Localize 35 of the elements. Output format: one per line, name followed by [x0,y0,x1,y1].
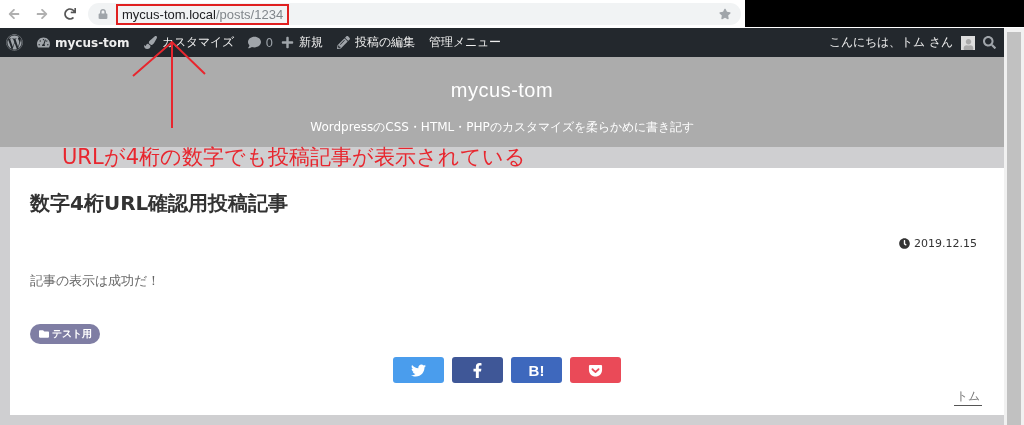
scrollbar[interactable] [1004,28,1024,425]
admin-bar-item[interactable]: 0 [247,35,274,50]
admin-bar-item[interactable]: 新規 [281,34,324,51]
brush-icon [143,36,157,49]
post-body: 記事の表示は成功だ！ [30,272,161,290]
post-title: 数字4桁URL確認用投稿記事 [30,190,290,217]
star-icon[interactable] [719,8,731,20]
search-icon[interactable] [983,36,996,49]
url-text: mycus-tom.local/posts/1234 [116,3,290,25]
bird-icon [411,362,426,378]
admin-bar-item[interactable]: mycus-tom [37,35,130,50]
wordpress-logo-icon [6,34,23,51]
share-button[interactable] [570,357,621,383]
share-button[interactable] [452,357,503,383]
author-link[interactable]: トム [954,388,982,406]
admin-bar-item[interactable]: 管理メニュー [429,34,502,51]
gauge-icon [37,36,50,49]
pocket-icon [588,362,603,378]
pencil-icon [337,36,351,49]
annotation-text: URLが4桁の数字でも投稿記事が表示されている [62,144,527,171]
clock-icon [899,238,910,249]
folder-icon [39,329,49,339]
avatar-icon[interactable] [961,35,975,50]
category-tag[interactable]: テスト用 [30,324,100,344]
post-date: 2019.12.15 [899,237,977,250]
site-tagline: WordpressのCSS・HTML・PHPのカスタマイズを柔らかめに書き記す [310,119,694,136]
address-bar[interactable]: mycus-tom.local/posts/1234 [88,3,741,25]
admin-bar-item[interactable]: 投稿の編集 [337,34,416,51]
share-button[interactable]: B! [511,357,562,383]
greeting-text[interactable]: こんにちは、トム さん [829,34,953,51]
plus-icon [281,36,295,49]
comment-icon [247,36,261,49]
lock-icon [98,9,108,19]
facebook-icon [470,362,485,378]
share-button[interactable] [393,357,444,383]
